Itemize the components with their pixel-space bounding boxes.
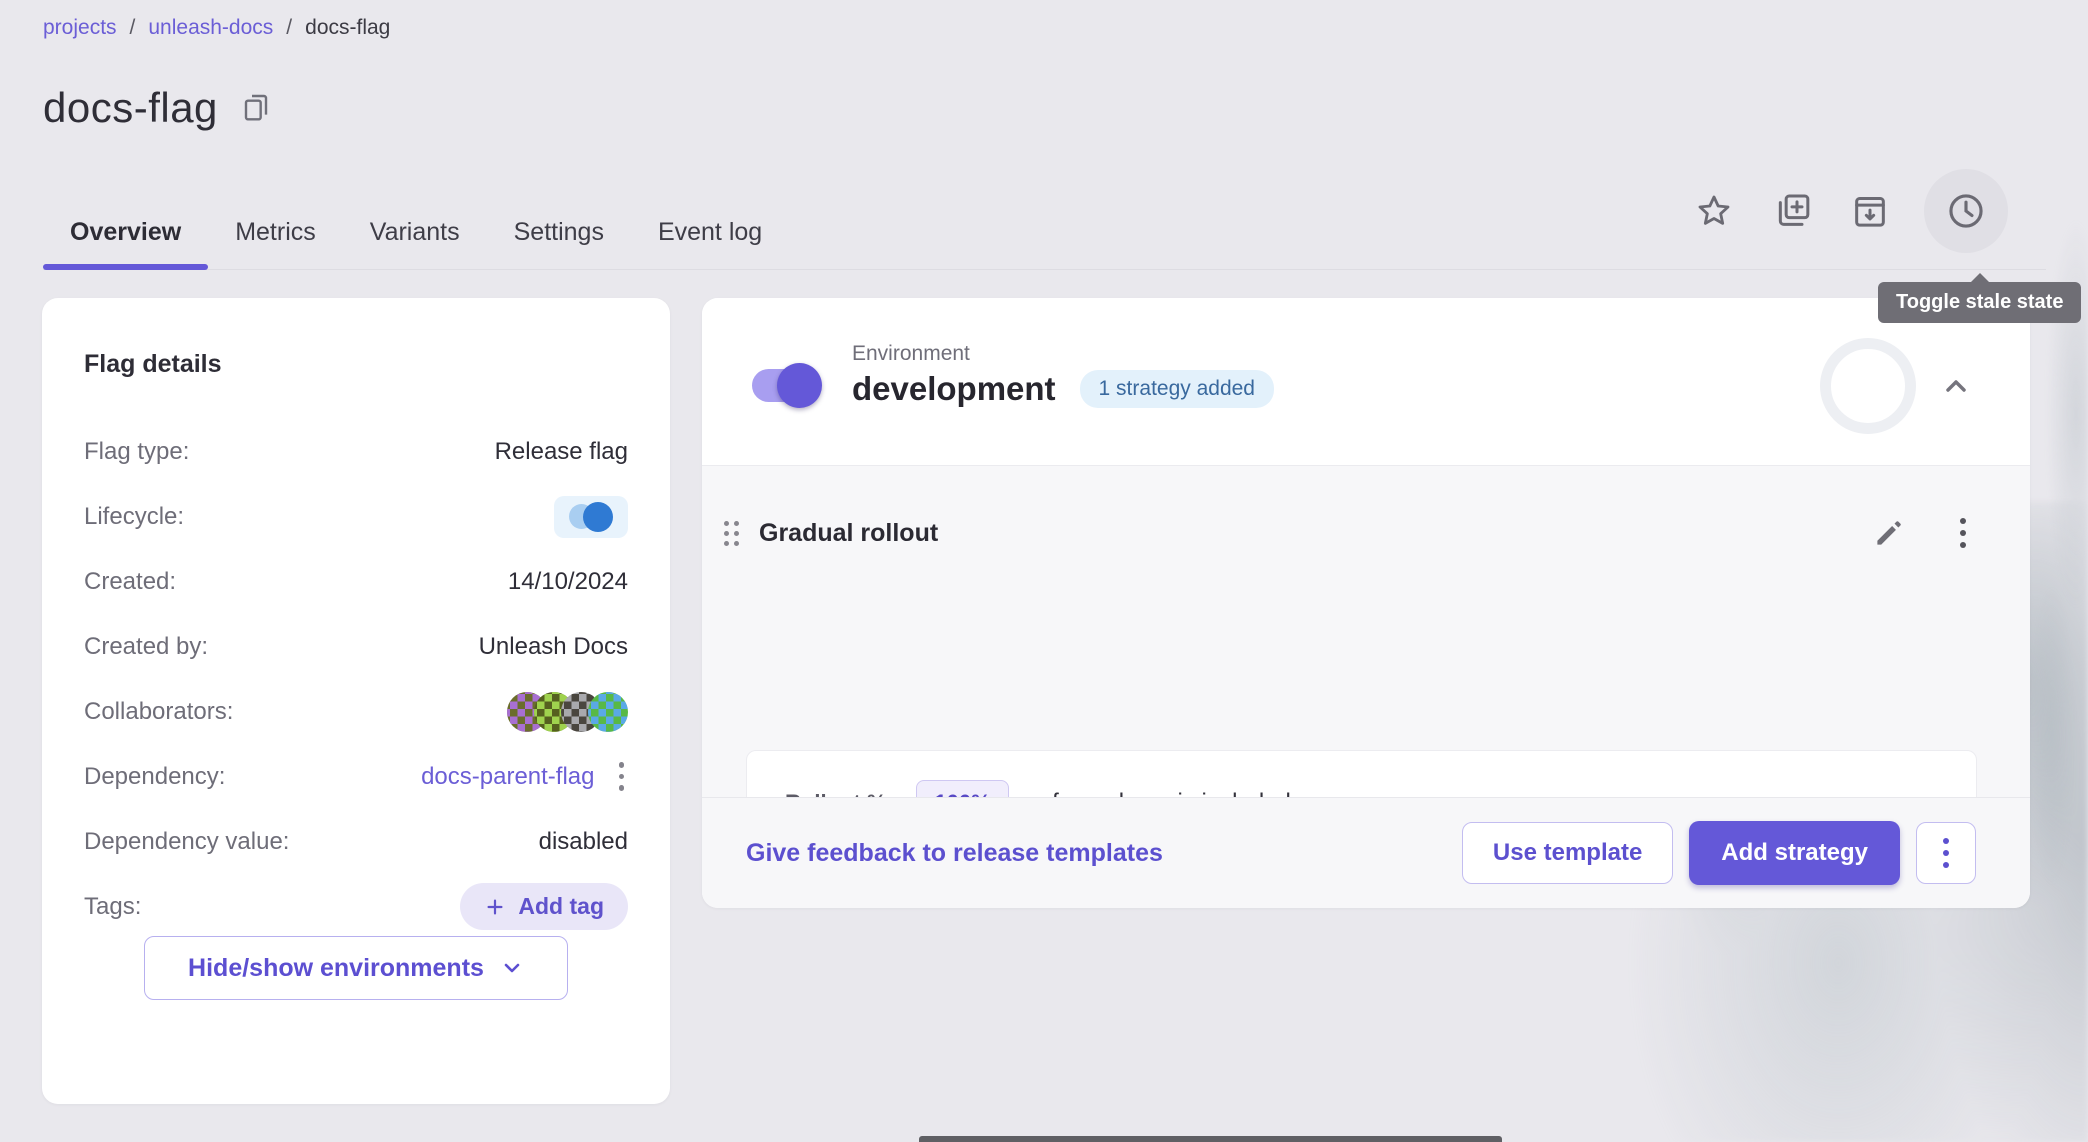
breadcrumb-current: docs-flag bbox=[305, 16, 390, 40]
environment-header: Environment development 1 strategy added bbox=[702, 298, 2030, 465]
collaborator-avatar-group bbox=[507, 692, 628, 732]
row-flag-type: Flag type: Release flag bbox=[84, 419, 628, 484]
environment-toggle[interactable] bbox=[752, 369, 814, 402]
release-templates-feedback-link[interactable]: Give feedback to release templates bbox=[746, 839, 1163, 868]
environment-metrics-ring bbox=[1820, 338, 1916, 434]
use-template-button[interactable]: Use template bbox=[1462, 822, 1673, 884]
strategy-count-badge: 1 strategy added bbox=[1080, 370, 1274, 408]
tooltip-toggle-stale-state: Toggle stale state bbox=[1878, 282, 2081, 323]
lifecycle-stage-badge[interactable] bbox=[554, 496, 628, 538]
strategy-name: Gradual rollout bbox=[759, 519, 938, 548]
flag-details-card: Flag details Flag type: Release flag Lif… bbox=[42, 298, 670, 1104]
breadcrumb-separator: / bbox=[286, 16, 292, 40]
tab-settings-label: Settings bbox=[514, 218, 604, 247]
plus-icon bbox=[484, 896, 506, 918]
breadcrumb: projects / unleash-docs / docs-flag bbox=[43, 16, 390, 40]
strategy-menu-button[interactable] bbox=[1956, 514, 1970, 552]
chevron-down-icon bbox=[500, 956, 524, 980]
breadcrumb-separator: / bbox=[130, 16, 136, 40]
toggle-stale-state-button[interactable] bbox=[1924, 169, 2008, 253]
bottom-edge-bar bbox=[919, 1136, 1502, 1142]
created-label: Created: bbox=[84, 568, 176, 596]
toggle-knob bbox=[777, 363, 822, 408]
chevron-up-icon bbox=[1940, 370, 1972, 402]
created-value: 14/10/2024 bbox=[508, 568, 628, 596]
row-dependency: Dependency: docs-parent-flag bbox=[84, 744, 628, 809]
breadcrumb-link-project[interactable]: unleash-docs bbox=[148, 16, 273, 40]
tab-overview[interactable]: Overview bbox=[43, 196, 208, 269]
flag-action-icons bbox=[1690, 169, 2008, 253]
environment-footer: Give feedback to release templates Use t… bbox=[702, 797, 2030, 908]
copy-add-icon bbox=[1772, 191, 1812, 231]
dependency-label: Dependency: bbox=[84, 763, 225, 791]
environment-label: Environment bbox=[852, 342, 1274, 366]
dependency-flag-link[interactable]: docs-parent-flag bbox=[421, 763, 594, 791]
environment-card: Environment development 1 strategy added… bbox=[702, 298, 2030, 908]
background-right-texture bbox=[2028, 0, 2088, 920]
flag-overview-page: projects / unleash-docs / docs-flag docs… bbox=[0, 0, 2088, 1142]
clock-icon bbox=[1945, 190, 1987, 232]
flag-type-value: Release flag bbox=[495, 438, 628, 466]
tab-overview-label: Overview bbox=[70, 218, 181, 247]
dependency-value: disabled bbox=[539, 828, 628, 856]
add-tag-label: Add tag bbox=[518, 893, 604, 920]
strategy-drag-handle[interactable] bbox=[718, 515, 745, 552]
add-strategy-button[interactable]: Add strategy bbox=[1689, 821, 1900, 885]
add-tag-button[interactable]: Add tag bbox=[460, 883, 628, 930]
avatar bbox=[588, 692, 628, 732]
created-by-label: Created by: bbox=[84, 633, 208, 661]
row-dependency-value: Dependency value: disabled bbox=[84, 809, 628, 874]
tab-metrics-label: Metrics bbox=[235, 218, 316, 247]
tab-metrics[interactable]: Metrics bbox=[208, 196, 343, 269]
collaborators-label: Collaborators: bbox=[84, 698, 233, 726]
dependency-menu-button[interactable] bbox=[615, 758, 629, 795]
strategy-section: Gradual rollout Rollout % 100% of your b… bbox=[702, 465, 2030, 797]
environment-more-actions-button[interactable] bbox=[1916, 822, 1976, 884]
row-created-by: Created by: Unleash Docs bbox=[84, 614, 628, 679]
tab-variants-label: Variants bbox=[370, 218, 460, 247]
tab-event-log-label: Event log bbox=[658, 218, 762, 247]
copy-icon bbox=[240, 92, 272, 124]
clone-flag-button[interactable] bbox=[1768, 187, 1816, 235]
row-created: Created: 14/10/2024 bbox=[84, 549, 628, 614]
environment-name: development bbox=[852, 370, 1056, 408]
tab-event-log[interactable]: Event log bbox=[631, 196, 789, 269]
row-lifecycle: Lifecycle: bbox=[84, 484, 628, 549]
hide-show-environments-label: Hide/show environments bbox=[188, 954, 484, 983]
tags-label: Tags: bbox=[84, 893, 141, 921]
dependency-value-label: Dependency value: bbox=[84, 828, 289, 856]
row-collaborators: Collaborators: bbox=[84, 679, 628, 744]
lifecycle-label: Lifecycle: bbox=[84, 503, 184, 531]
created-by-value: Unleash Docs bbox=[479, 633, 628, 661]
pencil-icon bbox=[1872, 516, 1906, 550]
breadcrumb-link-projects[interactable]: projects bbox=[43, 16, 117, 40]
favorite-flag-button[interactable] bbox=[1690, 187, 1738, 235]
archive-flag-button[interactable] bbox=[1846, 187, 1894, 235]
flag-details-title: Flag details bbox=[84, 350, 628, 379]
hide-show-environments-button[interactable]: Hide/show environments bbox=[144, 936, 568, 1000]
lifecycle-dot-dark bbox=[583, 502, 613, 532]
collapse-environment-button[interactable] bbox=[1930, 360, 1982, 412]
archive-icon bbox=[1850, 191, 1890, 231]
star-icon bbox=[1694, 191, 1734, 231]
copy-flag-name-button[interactable] bbox=[238, 90, 274, 126]
edit-strategy-button[interactable] bbox=[1872, 516, 1906, 550]
tab-variants[interactable]: Variants bbox=[343, 196, 487, 269]
tab-settings[interactable]: Settings bbox=[487, 196, 631, 269]
page-title: docs-flag bbox=[43, 84, 218, 132]
row-tags: Tags: Add tag bbox=[84, 874, 628, 939]
flag-type-label: Flag type: bbox=[84, 438, 189, 466]
